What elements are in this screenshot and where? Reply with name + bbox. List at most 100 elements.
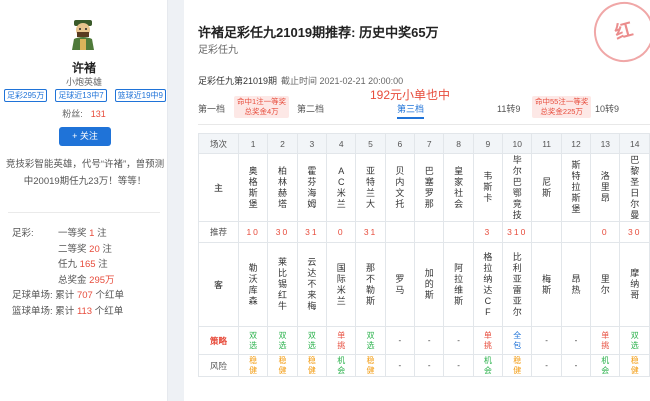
seq-cell: 11: [531, 133, 562, 154]
match-table: 场次 1 2 3 4 5 6 7 8 9 10 11 12 13 14 主 奥格…: [198, 133, 650, 377]
fans-number: 131: [90, 109, 106, 119]
home-team: 韦斯卡: [483, 171, 493, 203]
recommend-cell: 10: [237, 221, 269, 243]
recommend-cell: 3: [472, 221, 504, 243]
home-team: 贝内文托: [395, 165, 405, 209]
risk-cell: 机会: [483, 355, 492, 375]
recommend-cell: 0: [590, 221, 621, 243]
article-panel: 许褚足彩任九21019期推荐: 历史中奖65万 足彩任九 红 足彩任九第2101…: [184, 0, 650, 401]
label-risk: 风险: [198, 354, 239, 377]
stat-row-football: 足球单场: 累计 707 个红单: [12, 288, 162, 304]
home-team: 霍芬海姆: [307, 165, 317, 209]
strategy-cell: 双选: [307, 330, 316, 350]
risk-cell: -: [545, 361, 548, 370]
strategy-cell: -: [574, 336, 578, 345]
risk-cell: 稳健: [307, 355, 316, 375]
stat-football-label: 足球单场:: [12, 290, 53, 301]
home-team: 巴黎圣日尔曼: [630, 154, 640, 220]
stat-value: 165: [79, 259, 96, 270]
tab-tier-3[interactable]: 第三档: [397, 102, 425, 119]
home-team: 皇家社会: [454, 165, 464, 209]
stat-row-first: 足彩: 一等奖 1 注: [12, 226, 162, 242]
tab-tier-1[interactable]: 第一档: [198, 102, 225, 115]
away-team: 阿拉维斯: [454, 262, 464, 306]
away-team: 国际米兰: [336, 262, 346, 306]
table-row-seq: 场次 1 2 3 4 5 6 7 8 9 10 11 12 13 14: [198, 133, 650, 154]
stat-unit: 注: [102, 243, 112, 255]
strategy-cell: 双选: [278, 330, 287, 350]
strategy-cell: 双选: [630, 330, 639, 350]
away-team: 勒沃库森: [248, 262, 258, 306]
label-home: 主: [198, 153, 239, 222]
seq-cell: 12: [560, 133, 592, 154]
stat-value: 707: [76, 290, 93, 301]
risk-cell: 稳健: [630, 355, 639, 375]
away-team: 云达不来梅: [307, 257, 317, 311]
seq-cell: 5: [355, 133, 386, 154]
away-team: 加的斯: [424, 268, 434, 300]
strategy-cell: 双选: [366, 330, 375, 350]
stat-value: 295万: [89, 274, 115, 286]
tag-football: 足球近13中7: [55, 89, 107, 102]
home-team: 洛里昂: [600, 171, 610, 203]
strategy-cell: 单挑: [337, 330, 346, 350]
table-row-strategy: 策略 双选 双选 双选 单挑 双选 - - - 单挑 全包 - - 单挑 双选: [198, 326, 650, 355]
follow-button[interactable]: + 关注: [59, 127, 111, 146]
stat-unit: 个红单: [94, 305, 124, 317]
stat-unit: 个红单: [95, 290, 124, 301]
recommend-cell: 30: [267, 221, 298, 243]
away-team: 摩纳哥: [630, 268, 640, 300]
red-stamp-icon: 红: [587, 0, 650, 69]
tab-tier-2[interactable]: 第二档: [297, 102, 324, 115]
strategy-cell: 单挑: [601, 330, 610, 350]
tab-10to9[interactable]: 10转9: [595, 102, 619, 115]
risk-cell: -: [574, 361, 578, 370]
strategy-cell: -: [457, 336, 460, 345]
seq-cell: 8: [443, 133, 474, 154]
tier-badge-2: 命中55注一等奖 总奖金225万: [532, 96, 592, 118]
strategy-cell: 双选: [249, 330, 258, 350]
recommend-cell: [384, 221, 416, 243]
away-team: 罗马: [395, 273, 405, 295]
home-team: 柏林赫塔: [278, 165, 288, 209]
recommend-cell: 30: [619, 221, 650, 243]
table-row-risk: 风险 稳健 稳健 稳健 机会 稳健 - - - 机会 稳健 - - 机会 稳健: [198, 354, 650, 377]
stat-label: 总奖金: [58, 274, 87, 286]
home-team: AC米兰: [336, 165, 346, 209]
divider: [198, 124, 650, 125]
risk-cell: -: [398, 361, 402, 370]
fans-label: 粉丝:: [62, 109, 83, 119]
risk-cell: -: [457, 361, 460, 370]
away-team: 格拉纳达CF: [483, 251, 493, 317]
risk-cell: 机会: [601, 355, 610, 375]
recommend-cell: 310: [502, 221, 533, 243]
recommend-cell: 31: [355, 221, 386, 243]
strategy-cell: -: [398, 336, 402, 345]
tab-11to9[interactable]: 11转9: [497, 102, 520, 115]
stat-unit: 注: [97, 228, 107, 239]
label-strategy: 策略: [198, 326, 239, 355]
stat-row: 总奖金 295万: [12, 273, 162, 289]
deadline: 截止时间 2021-02-21 20:00:00: [281, 76, 404, 86]
seq-cell: 13: [590, 133, 621, 154]
stat-value: 20: [89, 243, 100, 255]
label-recommend: 推荐: [198, 221, 239, 243]
seq-cell: 1: [237, 133, 269, 154]
badge-line: 总奖金4万: [244, 107, 279, 116]
tag-basketball: 篮球近19中9: [114, 89, 166, 102]
stat-label: 一等奖: [58, 228, 87, 239]
stat-unit: 注: [98, 259, 108, 270]
seq-cell: 9: [472, 133, 504, 154]
label-seq: 场次: [198, 133, 239, 154]
seq-cell: 10: [502, 133, 533, 154]
badge-line: 命中1注一等奖: [237, 97, 287, 106]
risk-cell: 机会: [337, 355, 346, 375]
away-team: 莱比锡红牛: [278, 257, 288, 311]
tag-zucai: 足彩295万: [4, 89, 48, 102]
author-panel: 许褚 小炮英雄 足彩295万 足球近13中7 篮球近19中9 粉丝: 131 + …: [0, 0, 168, 401]
seq-cell: 7: [414, 133, 445, 154]
stat-label: 二等奖: [58, 243, 87, 255]
risk-cell: -: [427, 361, 431, 370]
article-title: 许褚足彩任九21019期推荐: 历史中奖65万: [198, 25, 439, 40]
risk-cell: 稳健: [278, 355, 287, 375]
